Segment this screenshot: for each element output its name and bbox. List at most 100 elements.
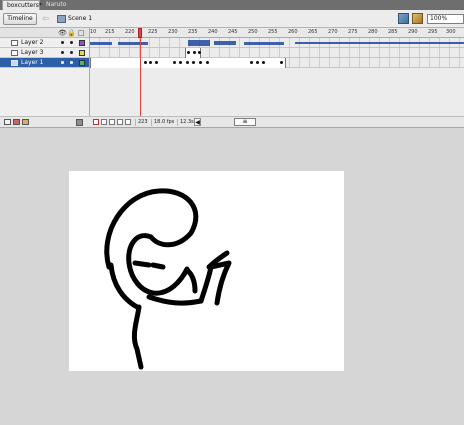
- keyframe[interactable]: [198, 51, 201, 54]
- document-tabs: boxcutters* Naruto chick: [0, 0, 464, 18]
- audio-waveform: [118, 42, 148, 45]
- layer-row-layer-2[interactable]: Layer 2: [0, 38, 89, 48]
- keyframe[interactable]: [187, 51, 190, 54]
- keyframe[interactable]: [206, 61, 209, 64]
- layers-footer: [0, 116, 89, 127]
- scroll-left-arrow[interactable]: ◀: [194, 118, 201, 126]
- ruler-tick: 260: [288, 29, 298, 35]
- scene-label[interactable]: Scene 1: [68, 15, 92, 23]
- layer-icon: [11, 40, 18, 46]
- onion-skin-outlines-icon[interactable]: [109, 119, 115, 125]
- layer-icon: [11, 60, 18, 66]
- edit-symbol-icon[interactable]: [412, 13, 423, 24]
- horizontal-scroll-thumb[interactable]: ≡: [234, 118, 256, 126]
- frames-layer-2[interactable]: [90, 38, 464, 48]
- layer-name: Layer 2: [21, 39, 44, 46]
- tab-boxcutters[interactable]: boxcutters*: [2, 0, 42, 10]
- audio-waveform: [188, 40, 210, 46]
- current-frame: 223: [135, 119, 150, 126]
- keyframe[interactable]: [155, 61, 158, 64]
- character-drawing: [104, 188, 232, 370]
- zoom-input[interactable]: 100%: [427, 14, 464, 24]
- tab-naruto-chick[interactable]: Naruto chick: [42, 0, 78, 18]
- keyframe[interactable]: [250, 61, 253, 64]
- trash-icon[interactable]: [76, 119, 83, 126]
- playhead-line: [140, 38, 141, 116]
- edit-multiple-frames-icon[interactable]: [117, 119, 123, 125]
- keyframe[interactable]: [192, 61, 195, 64]
- keyframe[interactable]: [193, 51, 196, 54]
- back-arrow-icon[interactable]: ⇦: [42, 14, 49, 24]
- frame-ruler[interactable]: 10 215 220 225 230 235 240 245 250 255 2…: [90, 28, 464, 38]
- layer-color-swatch[interactable]: [79, 50, 85, 56]
- keyframe[interactable]: [256, 61, 259, 64]
- ruler-tick: 230: [168, 29, 178, 35]
- outline-all-layers-icon[interactable]: □: [78, 29, 85, 37]
- keyframe[interactable]: [144, 61, 147, 64]
- layer-name: Layer 3: [21, 49, 44, 56]
- ruler-tick: 255: [268, 29, 278, 35]
- ruler-tick: 270: [328, 29, 338, 35]
- ruler-tick: 280: [368, 29, 378, 35]
- timeline-status-bar: 223 18.0 fps 12.3s ◀ ≡: [89, 116, 464, 127]
- timeline-toggle-button[interactable]: Timeline: [3, 13, 37, 25]
- ruler-tick: 235: [188, 29, 198, 35]
- timeline-panel: 👁 🔒 □ Layer 2 Layer 3 Layer 1 10 215 220: [0, 28, 464, 128]
- ruler-tick: 285: [388, 29, 398, 35]
- layer-color-swatch[interactable]: [79, 60, 85, 66]
- audio-waveform: [244, 42, 284, 45]
- keyframe[interactable]: [280, 61, 283, 64]
- add-folder-icon[interactable]: [22, 119, 29, 125]
- keyframe[interactable]: [199, 61, 202, 64]
- lock-dot[interactable]: [70, 51, 73, 54]
- visibility-dot[interactable]: [61, 61, 64, 64]
- layer-row-layer-3[interactable]: Layer 3: [0, 48, 89, 58]
- keyframe[interactable]: [149, 61, 152, 64]
- frames-layer-1[interactable]: [90, 58, 464, 68]
- playhead-handle[interactable]: [138, 28, 142, 38]
- visibility-dot[interactable]: [61, 51, 64, 54]
- ruler-tick: 225: [148, 29, 158, 35]
- keyframe[interactable]: [173, 61, 176, 64]
- ruler-tick: 10: [90, 29, 97, 35]
- add-motion-guide-icon[interactable]: [13, 119, 20, 125]
- lock-dot[interactable]: [70, 41, 73, 44]
- ruler-tick: 240: [208, 29, 218, 35]
- add-layer-icon[interactable]: [4, 119, 11, 125]
- drawing-canvas[interactable]: [69, 171, 344, 371]
- edit-scene-icon[interactable]: [398, 13, 409, 24]
- layer-color-swatch[interactable]: [79, 40, 85, 46]
- audio-waveform: [214, 41, 236, 45]
- show-all-layers-icon[interactable]: 👁: [58, 29, 67, 37]
- lock-dot[interactable]: [70, 61, 73, 64]
- ruler-tick: 245: [228, 29, 238, 35]
- scene-icon: [57, 15, 66, 23]
- ruler-tick: 290: [408, 29, 418, 35]
- keyframe[interactable]: [179, 61, 182, 64]
- ruler-tick: 300: [446, 29, 456, 35]
- layers-header: 👁 🔒 □: [0, 28, 89, 38]
- visibility-dot[interactable]: [61, 41, 64, 44]
- audio-waveform: [295, 42, 464, 44]
- layer-row-layer-1[interactable]: Layer 1: [0, 58, 89, 68]
- lock-all-layers-icon[interactable]: 🔒: [67, 29, 76, 37]
- frame-rate[interactable]: 18.0 fps: [151, 119, 176, 126]
- ruler-tick: 275: [348, 29, 358, 35]
- ruler-tick: 250: [248, 29, 258, 35]
- frames-layer-3[interactable]: [90, 48, 464, 58]
- layer-icon: [11, 50, 18, 56]
- onion-skin-icon[interactable]: [101, 119, 107, 125]
- frames-area[interactable]: 10 215 220 225 230 235 240 245 250 255 2…: [89, 28, 464, 116]
- audio-waveform: [90, 42, 112, 45]
- modify-onion-markers-icon[interactable]: [125, 119, 131, 125]
- ruler-tick: 220: [125, 29, 135, 35]
- keyframe[interactable]: [186, 61, 189, 64]
- center-frame-icon[interactable]: [93, 119, 99, 125]
- layer-name: Layer 1: [21, 59, 44, 66]
- keyframe[interactable]: [262, 61, 265, 64]
- stage-area[interactable]: [0, 129, 464, 425]
- ruler-tick: 215: [105, 29, 115, 35]
- elapsed-time: 12.3s: [177, 119, 196, 126]
- edit-bar: Timeline ⇦ Scene 1 100%: [0, 10, 464, 28]
- ruler-tick: 265: [308, 29, 318, 35]
